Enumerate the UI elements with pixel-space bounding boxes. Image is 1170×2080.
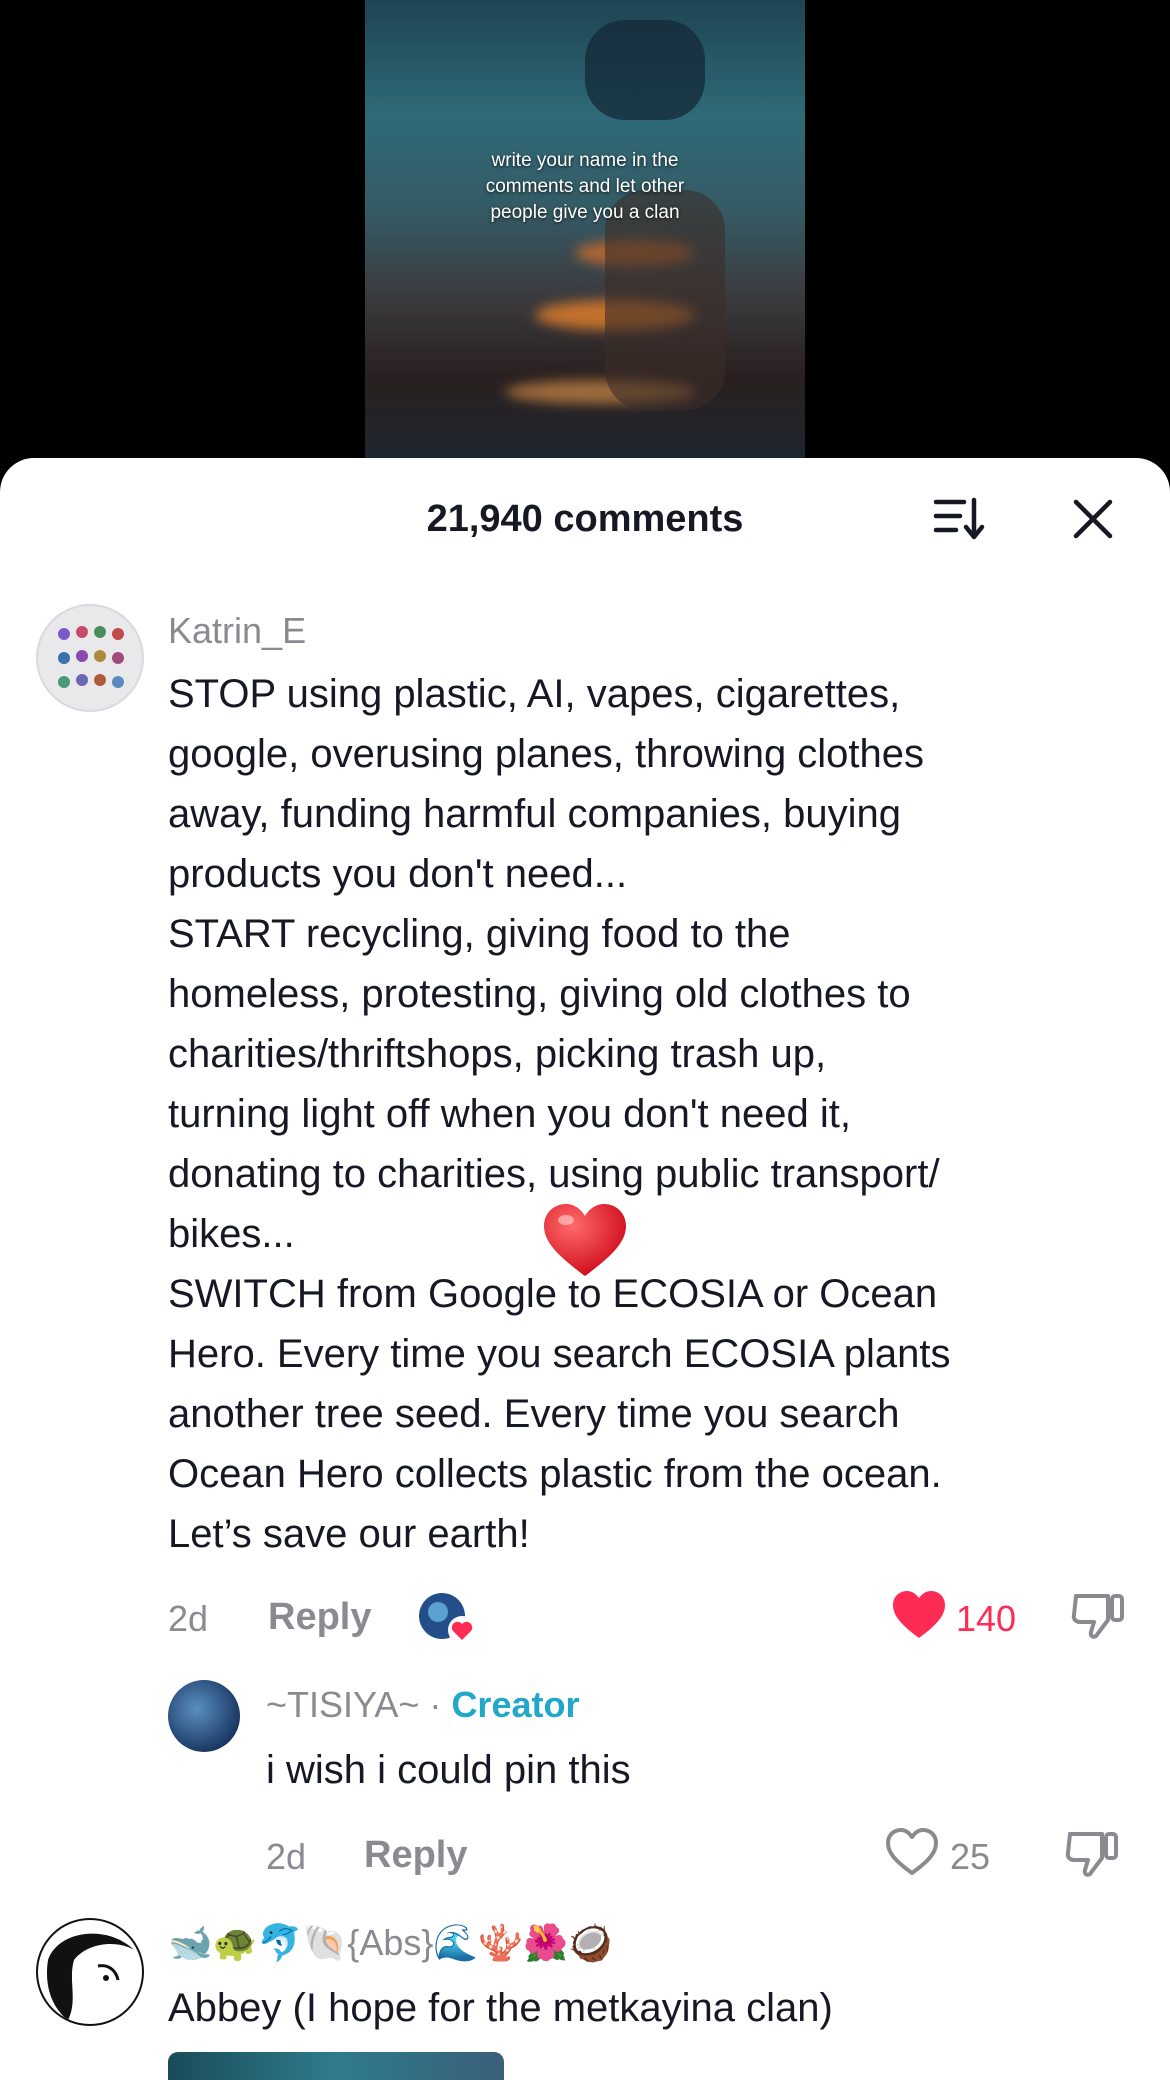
sort-button[interactable]	[930, 494, 990, 544]
like-count: 140	[956, 1598, 1017, 1639]
comment-username[interactable]: 🐋🐢🐬🐚{Abs}🌊🪸🌺🥥	[168, 1922, 613, 1964]
reply-button[interactable]: Reply	[268, 1596, 371, 1639]
like-button[interactable]	[890, 1588, 948, 1642]
creator-liked-icon	[419, 1593, 476, 1644]
sketch-portrait-icon	[46, 1933, 134, 2020]
comment-count: 21,940 comments	[426, 498, 744, 540]
floating-heart-reaction	[540, 1200, 630, 1280]
creator-badge: Creator	[451, 1684, 580, 1725]
comment-text: Abbey (I hope for the metkayina clan)	[168, 1986, 833, 2030]
comments-header: 21,940 comments	[0, 458, 1170, 578]
comment-time: 2d	[168, 1598, 209, 1639]
comment-text: i wish i could pin this	[266, 1748, 631, 1792]
reply-username[interactable]: ~TISIYA~	[266, 1684, 419, 1725]
video-caption: write your name in the comments and let …	[485, 150, 685, 223]
separator-dot: ·	[429, 1684, 442, 1725]
avatar[interactable]	[168, 1680, 240, 1752]
thumbs-down-icon	[1065, 1832, 1118, 1877]
heart-filled-icon	[893, 1591, 945, 1638]
dislike-button[interactable]	[1070, 1586, 1126, 1644]
reply-button[interactable]: Reply	[364, 1834, 467, 1877]
dislike-button[interactable]	[1064, 1824, 1120, 1882]
close-button[interactable]	[1068, 494, 1118, 544]
avatar[interactable]	[36, 604, 144, 712]
comment-time: 2d	[266, 1836, 307, 1877]
creator-liked-badge	[418, 1590, 478, 1646]
sort-icon	[933, 497, 985, 540]
attached-image-thumbnail[interactable]	[168, 2052, 504, 2080]
comment-username[interactable]: Katrin_E	[168, 610, 306, 652]
heart-emoji-icon	[544, 1204, 626, 1276]
figures-avatar-icon	[58, 626, 124, 688]
video-preview[interactable]: write your name in the comments and let …	[365, 0, 805, 470]
comment-username: ~TISIYA~ · Creator	[266, 1684, 579, 1726]
heart-outline-icon	[886, 1828, 938, 1875]
thumbs-down-icon	[1071, 1594, 1124, 1639]
comment-text: STOP using plastic, AI, vapes, cigarette…	[168, 672, 951, 1556]
tiktok-comments-screen: write your name in the comments and let …	[0, 0, 1170, 2080]
like-count: 25	[950, 1836, 991, 1877]
like-button[interactable]	[884, 1826, 940, 1878]
avatar[interactable]	[36, 1918, 144, 2026]
close-icon	[1073, 499, 1113, 539]
